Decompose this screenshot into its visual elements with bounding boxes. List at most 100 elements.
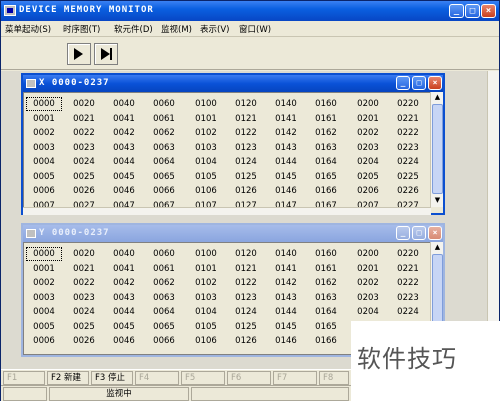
device-cell[interactable]: 0162 xyxy=(308,126,344,140)
fkey-f2-new[interactable]: F2 新建 xyxy=(47,371,89,385)
device-window-x-hscroll[interactable] xyxy=(23,207,431,215)
run-button[interactable] xyxy=(67,43,91,65)
app-icon[interactable] xyxy=(4,5,16,16)
device-cell[interactable]: 0001 xyxy=(26,262,62,276)
window-icon[interactable] xyxy=(26,229,36,238)
device-cell[interactable]: 0121 xyxy=(228,112,264,126)
device-cell[interactable]: 0203 xyxy=(350,141,386,155)
device-cell[interactable]: 0022 xyxy=(66,126,102,140)
device-cell[interactable]: 0101 xyxy=(188,112,224,126)
device-cell[interactable]: 0223 xyxy=(390,291,426,305)
device-window-y-titlebar[interactable]: Y 0000-0237 _ □ × xyxy=(23,225,443,242)
device-window-x-titlebar[interactable]: X 0000-0237 _ □ × xyxy=(23,75,443,92)
device-cell[interactable]: 0125 xyxy=(228,170,264,184)
device-cell[interactable]: 0043 xyxy=(106,291,142,305)
device-cell[interactable]: 0200 xyxy=(350,247,386,261)
device-cell[interactable]: 0144 xyxy=(268,305,304,319)
device-cell[interactable]: 0045 xyxy=(106,320,142,334)
device-cell[interactable]: 0106 xyxy=(188,334,224,348)
device-cell[interactable]: 0143 xyxy=(268,141,304,155)
device-cell[interactable]: 0203 xyxy=(350,291,386,305)
scroll-thumb[interactable] xyxy=(432,104,443,194)
menu-device[interactable]: 软元件(D) xyxy=(114,23,153,35)
device-cell[interactable]: 0062 xyxy=(146,126,182,140)
device-cell[interactable]: 0165 xyxy=(308,170,344,184)
device-cell[interactable]: 0161 xyxy=(308,112,344,126)
device-cell[interactable]: 0140 xyxy=(268,97,304,111)
fkey-f1[interactable]: F1 xyxy=(3,371,45,385)
device-window-x-minimize-button[interactable]: _ xyxy=(396,76,410,90)
device-cell[interactable]: 0120 xyxy=(228,97,264,111)
device-cell[interactable]: 0146 xyxy=(268,184,304,198)
device-cell[interactable]: 0146 xyxy=(268,334,304,348)
device-cell[interactable]: 0020 xyxy=(66,97,102,111)
device-window-y-maximize-button[interactable]: □ xyxy=(412,226,426,240)
device-cell[interactable]: 0205 xyxy=(350,170,386,184)
device-cell[interactable]: 0104 xyxy=(188,155,224,169)
device-cell[interactable]: 0222 xyxy=(390,126,426,140)
device-cell[interactable]: 0060 xyxy=(146,247,182,261)
fkey-f7[interactable]: F7 xyxy=(273,371,317,385)
device-cell[interactable]: 0044 xyxy=(106,155,142,169)
device-cell[interactable]: 0164 xyxy=(308,155,344,169)
scroll-up-icon[interactable]: ▲ xyxy=(432,242,443,253)
device-cell[interactable]: 0065 xyxy=(146,320,182,334)
device-cell[interactable]: 0005 xyxy=(26,320,62,334)
minimize-button[interactable]: _ xyxy=(449,4,464,18)
menu-monitor[interactable]: 监视(M) xyxy=(161,23,192,35)
device-cell[interactable]: 0100 xyxy=(188,97,224,111)
device-cell[interactable]: 0201 xyxy=(350,262,386,276)
device-cell[interactable]: 0225 xyxy=(390,170,426,184)
device-cell[interactable]: 0123 xyxy=(228,141,264,155)
fkey-f8[interactable]: F8 xyxy=(319,371,349,385)
device-cell[interactable]: 0004 xyxy=(26,155,62,169)
device-cell[interactable]: 0061 xyxy=(146,262,182,276)
device-cell[interactable]: 0221 xyxy=(390,262,426,276)
device-cell[interactable]: 0166 xyxy=(308,334,344,348)
device-cell[interactable]: 0022 xyxy=(66,276,102,290)
device-cell[interactable]: 0106 xyxy=(188,184,224,198)
device-cell[interactable]: 0104 xyxy=(188,305,224,319)
device-cell[interactable]: 0204 xyxy=(350,305,386,319)
device-cell[interactable]: 0001 xyxy=(26,112,62,126)
device-cell[interactable]: 0102 xyxy=(188,126,224,140)
device-cell[interactable]: 0122 xyxy=(228,276,264,290)
device-cell[interactable]: 0122 xyxy=(228,126,264,140)
device-cell[interactable]: 0204 xyxy=(350,155,386,169)
device-cell[interactable]: 0021 xyxy=(66,262,102,276)
device-cell[interactable]: 0045 xyxy=(106,170,142,184)
menu-timing-chart[interactable]: 时序图(T) xyxy=(63,23,100,35)
device-window-y-minimize-button[interactable]: _ xyxy=(396,226,410,240)
device-window-x-close-button[interactable]: × xyxy=(428,76,442,90)
device-cell[interactable]: 0224 xyxy=(390,155,426,169)
device-cell[interactable]: 0105 xyxy=(188,170,224,184)
device-cell[interactable]: 0142 xyxy=(268,276,304,290)
device-cell[interactable]: 0162 xyxy=(308,276,344,290)
device-cell[interactable]: 0220 xyxy=(390,97,426,111)
device-cell[interactable]: 0064 xyxy=(146,155,182,169)
device-cell[interactable]: 0046 xyxy=(106,184,142,198)
device-cell[interactable]: 0126 xyxy=(228,334,264,348)
device-cell[interactable]: 0143 xyxy=(268,291,304,305)
device-cell[interactable]: 0041 xyxy=(106,112,142,126)
fkey-f4[interactable]: F4 xyxy=(135,371,179,385)
device-cell[interactable]: 0223 xyxy=(390,141,426,155)
device-cell[interactable]: 0201 xyxy=(350,112,386,126)
device-cell[interactable]: 0145 xyxy=(268,320,304,334)
maximize-button[interactable]: □ xyxy=(465,4,480,18)
device-cell[interactable]: 0102 xyxy=(188,276,224,290)
device-cell[interactable]: 0101 xyxy=(188,262,224,276)
device-cell[interactable]: 0042 xyxy=(106,126,142,140)
device-cell[interactable]: 0021 xyxy=(66,112,102,126)
device-cell[interactable]: 0140 xyxy=(268,247,304,261)
device-cell[interactable]: 0000 xyxy=(26,97,62,111)
device-cell[interactable]: 0024 xyxy=(66,155,102,169)
device-cell[interactable]: 0023 xyxy=(66,291,102,305)
menu-start[interactable]: 菜单起动(S) xyxy=(5,23,51,35)
device-cell[interactable]: 0061 xyxy=(146,112,182,126)
device-cell[interactable]: 0126 xyxy=(228,184,264,198)
device-window-x-maximize-button[interactable]: □ xyxy=(412,76,426,90)
step-button[interactable] xyxy=(94,43,118,65)
device-cell[interactable]: 0202 xyxy=(350,276,386,290)
device-cell[interactable]: 0005 xyxy=(26,170,62,184)
